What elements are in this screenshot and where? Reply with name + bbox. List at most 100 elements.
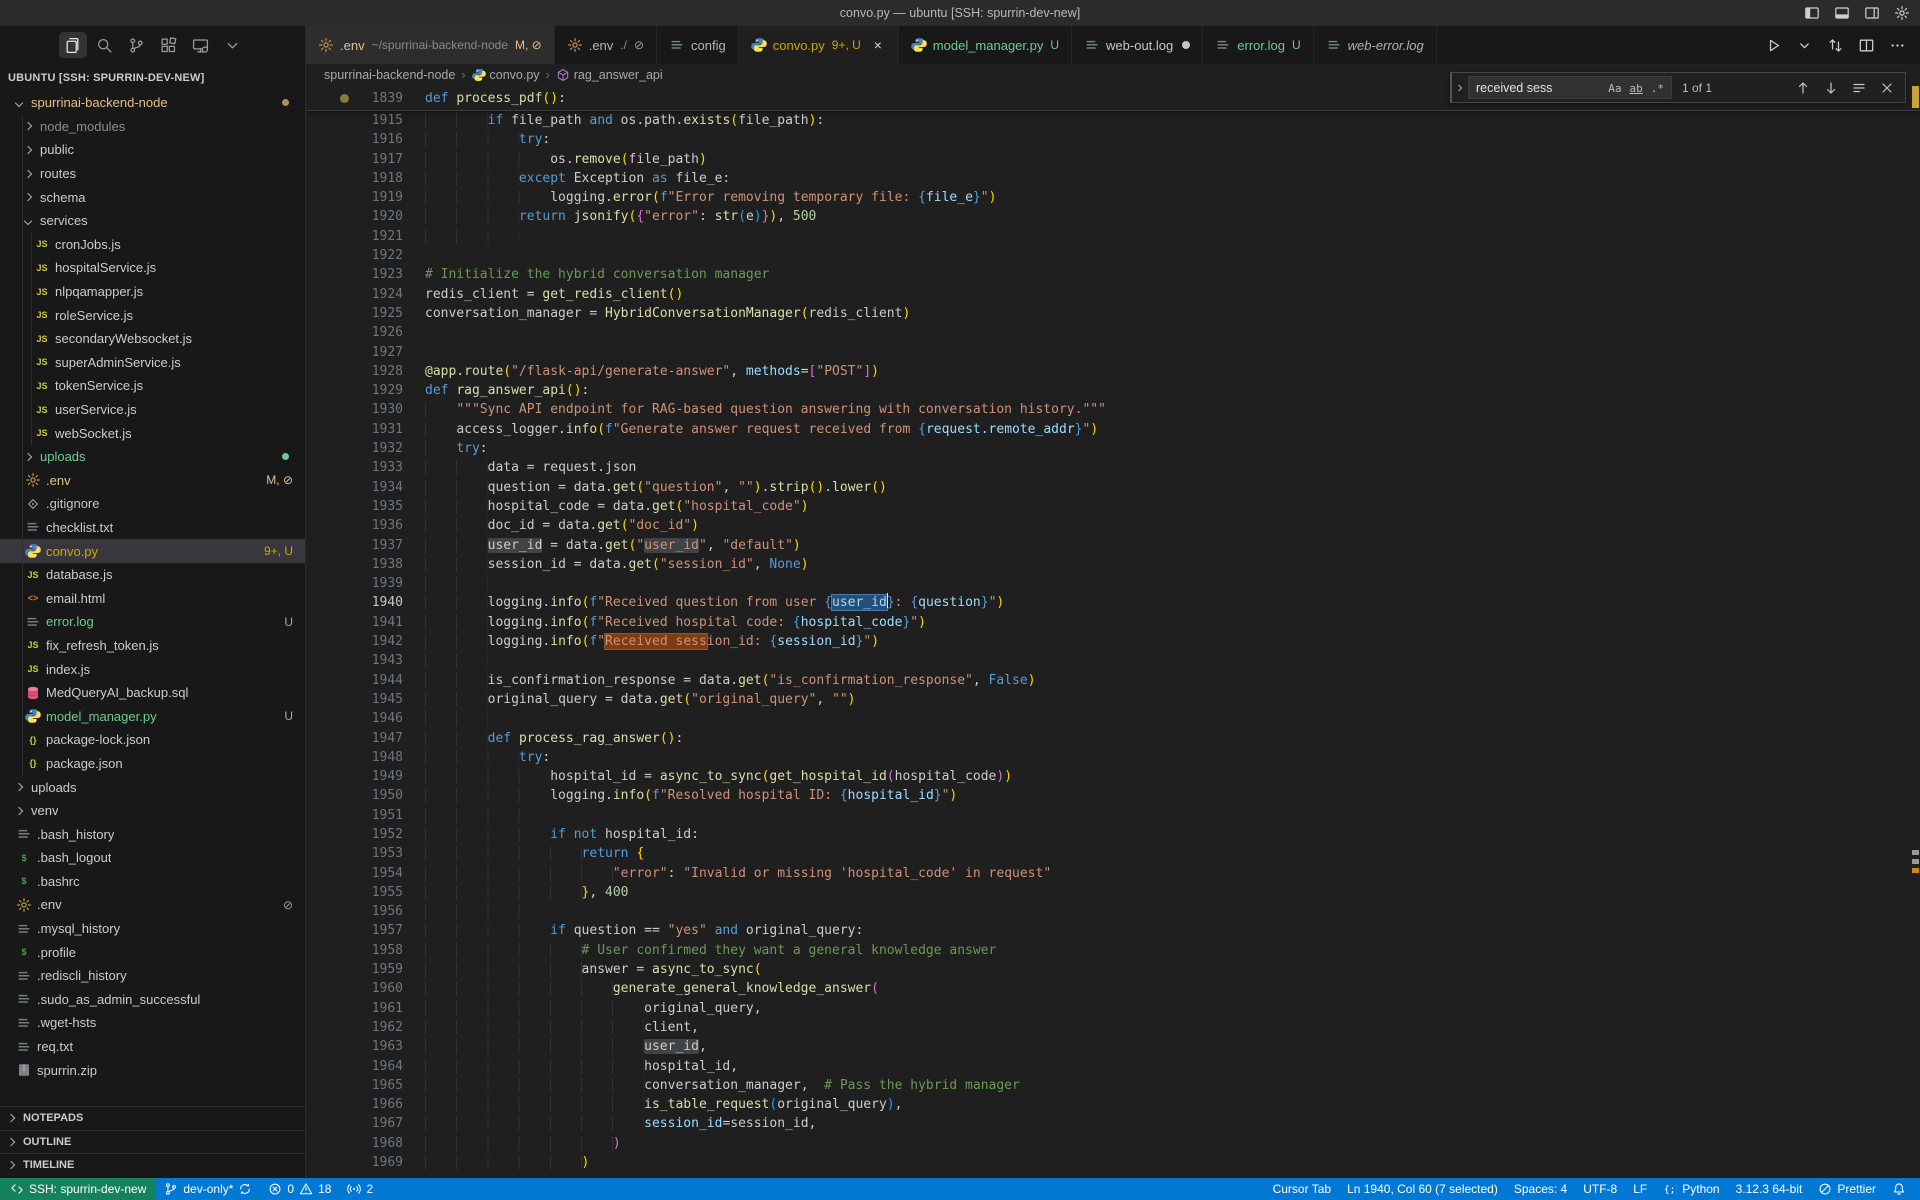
toggle-replace-chevron-icon[interactable]: › (1452, 73, 1468, 102)
code-line-1967[interactable]: 1967 session_id=session_id, (306, 1114, 1920, 1133)
code-line-1958[interactable]: 1958 # User confirmed they want a genera… (306, 941, 1920, 960)
line-number[interactable]: 1958 (306, 941, 403, 960)
layout-sidebar-right-icon[interactable] (1864, 5, 1880, 21)
tree-file-.rediscli_history[interactable]: .rediscli_history (0, 964, 305, 988)
sidebar-section-timeline[interactable]: TIMELINE (0, 1153, 305, 1177)
line-number[interactable]: 1941 (306, 613, 403, 632)
activity-item-more-views[interactable] (219, 32, 247, 58)
activity-item-search[interactable] (91, 32, 119, 58)
code-line-1949[interactable]: 1949 hospital_id = async_to_sync(get_hos… (306, 767, 1920, 786)
split-editor-icon[interactable] (1858, 37, 1875, 54)
code-line-1953[interactable]: 1953 return { (306, 844, 1920, 863)
tab-error.log[interactable]: error.logU (1203, 26, 1313, 64)
close-icon[interactable]: × (870, 37, 886, 53)
tree-file-.bash_logout[interactable]: $.bash_logout (0, 846, 305, 870)
tree-file-userService.js[interactable]: JSuserService.js (0, 398, 305, 422)
tree-folder-services[interactable]: services (0, 209, 305, 233)
previous-match-button[interactable] (1795, 80, 1811, 96)
status-formatter[interactable]: Prettier (1810, 1178, 1884, 1200)
tree-file-cronJobs.js[interactable]: JScronJobs.js (0, 233, 305, 257)
code-line-1926[interactable]: 1926 (306, 323, 1920, 342)
status-cursor-position[interactable]: Ln 1940, Col 60 (7 selected) (1339, 1178, 1506, 1200)
tree-file-email.html[interactable]: <>email.html (0, 586, 305, 610)
tree-file-nlpqamapper.js[interactable]: JSnlpqamapper.js (0, 280, 305, 304)
code-line-1960[interactable]: 1960 generate_general_knowledge_answer( (306, 979, 1920, 998)
tree-folder-public[interactable]: public (0, 138, 305, 162)
code-line-1931[interactable]: 1931 access_logger.info(f"Generate answe… (306, 420, 1920, 439)
tab-web-out.log[interactable]: web-out.log (1072, 26, 1203, 64)
breakpoint-dot-icon[interactable] (340, 94, 349, 103)
tree-file-index.js[interactable]: JSindex.js (0, 657, 305, 681)
line-number[interactable]: 1915 (306, 111, 403, 130)
code-line-1964[interactable]: 1964 hospital_id, (306, 1057, 1920, 1076)
status-notifications[interactable] (1884, 1178, 1914, 1200)
layout-panel-icon[interactable] (1834, 5, 1850, 21)
tree-file-hospitalService.js[interactable]: JShospitalService.js (0, 256, 305, 280)
tree-file-model_manager.py[interactable]: model_manager.pyU (0, 704, 305, 728)
tree-file-convo.py[interactable]: convo.py9+, U (0, 539, 305, 563)
line-number[interactable]: 1839 (306, 91, 403, 106)
regex-toggle[interactable]: .* (1648, 81, 1667, 96)
tree-file-spurrin.zip[interactable]: spurrin.zip (0, 1058, 305, 1082)
code-line-1928[interactable]: 1928@app.route("/flask-api/generate-answ… (306, 362, 1920, 381)
code-line-1938[interactable]: 1938 session_id = data.get("session_id",… (306, 555, 1920, 574)
code-line-1942[interactable]: 1942 logging.info(f"Received session_id:… (306, 632, 1920, 651)
line-number[interactable]: 1965 (306, 1076, 403, 1095)
tree-folder-node_modules[interactable]: node_modules (0, 115, 305, 139)
tab-.env[interactable]: .env./⊘ (555, 26, 657, 64)
code-line-1932[interactable]: 1932 try: (306, 439, 1920, 458)
code-line-1936[interactable]: 1936 doc_id = data.get("doc_id") (306, 516, 1920, 535)
tree-folder-venv[interactable]: venv (0, 799, 305, 823)
tree-file-.env[interactable]: .envM, ⊘ (0, 469, 305, 493)
tab-config[interactable]: config (657, 26, 739, 64)
code-line-1968[interactable]: 1968 ) (306, 1134, 1920, 1153)
line-number[interactable]: 1969 (306, 1153, 403, 1172)
run-dropdown-chevron-icon[interactable] (1796, 37, 1813, 54)
tab-.env[interactable]: .env~/spurrinai-backend-nodeM, ⊘ (306, 26, 555, 64)
activity-item-explorer[interactable] (59, 32, 87, 58)
status-indentation[interactable]: Spaces: 4 (1506, 1178, 1575, 1200)
breadcrumb-item-convo.py[interactable]: convo.py (472, 68, 540, 82)
code-line-1915[interactable]: 1915 if file_path and os.path.exists(fil… (306, 111, 1920, 130)
tree-file-.bash_history[interactable]: .bash_history (0, 822, 305, 846)
tree-file-.bashrc[interactable]: $.bashrc (0, 870, 305, 894)
line-number[interactable]: 1952 (306, 825, 403, 844)
code-line-1935[interactable]: 1935 hospital_code = data.get("hospital_… (306, 497, 1920, 516)
tree-folder-uploads[interactable]: uploads (0, 775, 305, 799)
code-line-1941[interactable]: 1941 logging.info(f"Received hospital co… (306, 613, 1920, 632)
tree-file-tokenService.js[interactable]: JStokenService.js (0, 374, 305, 398)
line-number[interactable]: 1967 (306, 1114, 403, 1133)
tree-folder-spurrinai-backend-node[interactable]: spurrinai-backend-node (0, 91, 305, 115)
status-eol[interactable]: LF (1625, 1178, 1655, 1200)
line-number[interactable]: 1916 (306, 130, 403, 149)
breadcrumb-item-rag_answer_api[interactable]: rag_answer_api (556, 68, 663, 82)
status-python-interpreter[interactable]: 3.12.3 64-bit (1728, 1178, 1811, 1200)
line-number[interactable]: 1922 (306, 246, 403, 265)
code-line-1952[interactable]: 1952 if not hospital_id: (306, 825, 1920, 844)
code-line-1940[interactable]: 1940 logging.info(f"Received question fr… (306, 593, 1920, 612)
line-number[interactable]: 1948 (306, 748, 403, 767)
tree-file-roleService.js[interactable]: JSroleService.js (0, 303, 305, 327)
status-remote-indicator[interactable]: SSH: spurrin-dev-new (0, 1178, 156, 1200)
tab-convo.py[interactable]: convo.py9+, U× (739, 26, 899, 64)
line-number[interactable]: 1949 (306, 767, 403, 786)
code-line-1969[interactable]: 1969 ) (306, 1153, 1920, 1172)
code-line-1918[interactable]: 1918 except Exception as file_e: (306, 169, 1920, 188)
close-find-button[interactable] (1879, 80, 1895, 96)
line-number[interactable]: 1920 (306, 207, 403, 226)
code-line-1963[interactable]: 1963 user_id, (306, 1037, 1920, 1056)
line-number[interactable]: 1919 (306, 188, 403, 207)
find-in-selection-button[interactable] (1851, 80, 1867, 96)
code-line-1948[interactable]: 1948 try: (306, 748, 1920, 767)
code-line-1916[interactable]: 1916 try: (306, 130, 1920, 149)
line-number[interactable]: 1950 (306, 786, 403, 805)
match-case-toggle[interactable]: Aa (1605, 81, 1624, 96)
line-number[interactable]: 1944 (306, 671, 403, 690)
tree-file-secondaryWebsocket.js[interactable]: JSsecondaryWebsocket.js (0, 327, 305, 351)
line-number[interactable]: 1925 (306, 304, 403, 323)
code-line-1924[interactable]: 1924redis_client = get_redis_client() (306, 285, 1920, 304)
line-number[interactable]: 1953 (306, 844, 403, 863)
line-number[interactable]: 1929 (306, 381, 403, 400)
line-number[interactable]: 1927 (306, 343, 403, 362)
code-line-1921[interactable]: 1921 (306, 227, 1920, 246)
